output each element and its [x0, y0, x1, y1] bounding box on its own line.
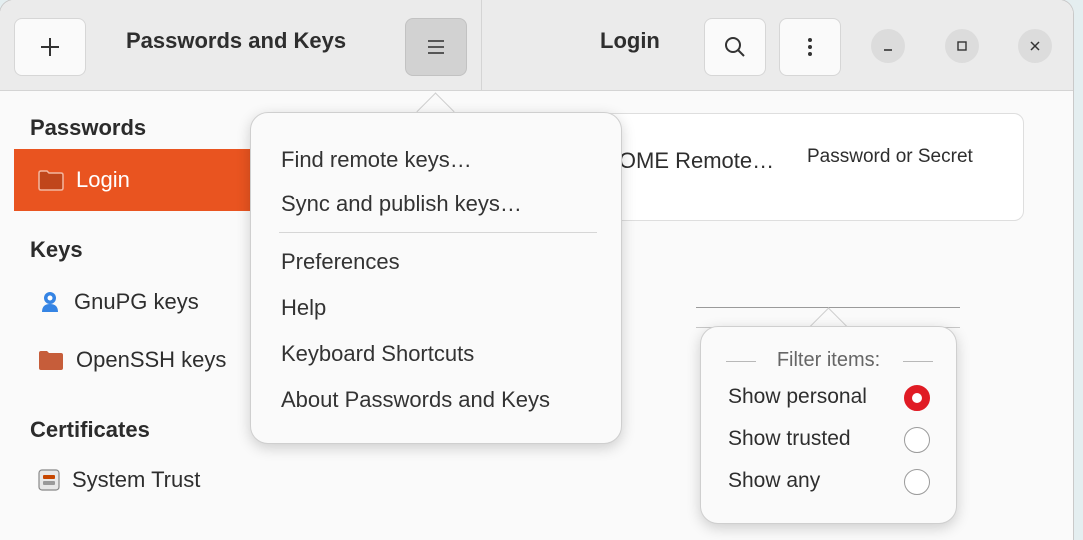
- minimize-icon: [884, 49, 892, 51]
- menu-item-keyboard-shortcuts[interactable]: Keyboard Shortcuts: [281, 341, 474, 367]
- folder-icon: [38, 169, 64, 191]
- item-type: Password or Secret: [807, 146, 973, 167]
- filter-option-show-personal-label[interactable]: Show personal: [728, 385, 867, 409]
- search-button[interactable]: [704, 18, 766, 76]
- certificate-icon: [38, 468, 60, 492]
- section-certificates: Certificates: [30, 417, 150, 442]
- filter-arrow-seam: [807, 327, 849, 335]
- sidebar-item-system-trust[interactable]: System Trust: [14, 449, 481, 511]
- filter-title-line-right: [903, 361, 933, 362]
- more-options-button[interactable]: [779, 18, 841, 76]
- main-menu-button[interactable]: [405, 18, 467, 76]
- hamburger-menu-icon: [428, 40, 444, 54]
- radio-show-trusted[interactable]: [904, 427, 930, 453]
- menu-item-find-remote-keys[interactable]: Find remote keys…: [281, 147, 472, 173]
- folder-icon: [38, 349, 64, 371]
- app-menu-popover: Find remote keys… Sync and publish keys……: [250, 112, 622, 444]
- close-icon: [1030, 41, 1040, 51]
- header-bar-right: Login: [481, 0, 1073, 91]
- sidebar-item-label: Login: [76, 167, 130, 192]
- search-icon: [725, 37, 745, 57]
- list-item[interactable]: NOME Remote… Password or Secret: [592, 113, 1024, 221]
- menu-separator: [279, 232, 597, 233]
- plus-icon: [41, 38, 59, 56]
- add-button[interactable]: [14, 18, 86, 76]
- header-bar-left: Passwords and Keys: [0, 0, 481, 91]
- sidebar-item-label: OpenSSH keys: [76, 347, 227, 372]
- maximize-icon: [957, 41, 967, 51]
- section-keys: Keys: [30, 237, 83, 262]
- popover-arrow-seam: [414, 113, 456, 121]
- sidebar-title: Passwords and Keys: [126, 28, 347, 53]
- radio-show-any[interactable]: [904, 469, 930, 495]
- sidebar-item-label: System Trust: [72, 467, 201, 492]
- menu-item-help[interactable]: Help: [281, 295, 326, 321]
- vertical-dots-icon: [808, 38, 812, 56]
- gnupg-key-icon: [38, 290, 62, 314]
- menu-item-sync-publish-keys[interactable]: Sync and publish keys…: [281, 191, 522, 217]
- page-title: Login: [600, 28, 660, 53]
- app-window: Passwords and Keys Login Passwords Login…: [0, 0, 1073, 540]
- section-passwords: Passwords: [30, 115, 147, 140]
- maximize-button[interactable]: [945, 29, 979, 63]
- item-name: NOME Remote…: [603, 148, 775, 173]
- minimize-button[interactable]: [871, 29, 905, 63]
- menu-item-preferences[interactable]: Preferences: [281, 249, 400, 275]
- close-button[interactable]: [1018, 29, 1052, 63]
- menu-item-about[interactable]: About Passwords and Keys: [281, 387, 550, 413]
- filter-popover: Filter items: Show personal Show trusted…: [700, 326, 957, 524]
- filter-option-show-trusted-label[interactable]: Show trusted: [728, 427, 851, 451]
- filter-option-show-any-label[interactable]: Show any: [728, 469, 820, 493]
- sidebar-item-label: GnuPG keys: [74, 289, 199, 314]
- radio-show-personal[interactable]: [904, 385, 930, 411]
